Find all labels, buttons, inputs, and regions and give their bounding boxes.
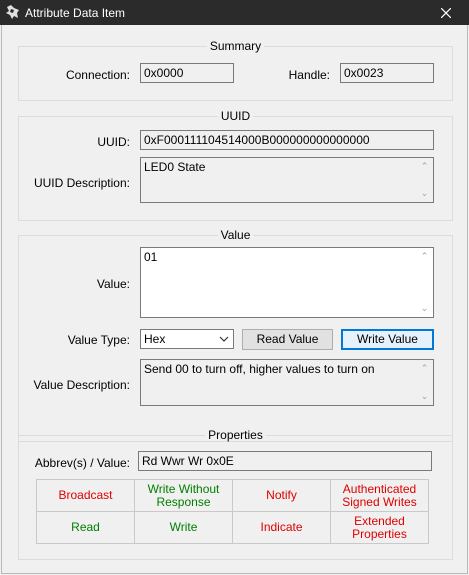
value-type-selected: Hex	[144, 332, 166, 346]
property-write[interactable]: Write	[134, 511, 233, 544]
property-extended-properties[interactable]: Extended Properties	[330, 511, 429, 544]
properties-legend: Properties	[208, 428, 263, 442]
uuid-field[interactable]: 0xF000111104514000B000000000000000	[140, 130, 434, 150]
properties-table: Broadcast Write Without Response Notify A…	[36, 479, 429, 544]
summary-legend: Summary	[209, 39, 262, 53]
scroll-down-icon[interactable]: ⌄	[420, 189, 429, 198]
connection-field[interactable]: 0x0000	[140, 63, 234, 83]
value-description-label: Value Description:	[33, 378, 131, 392]
value-legend: Value	[220, 228, 251, 242]
properties-row: Read Write Indicate Extended Properties	[36, 511, 429, 544]
close-icon	[441, 7, 451, 18]
write-value-button[interactable]: Write Value	[341, 329, 434, 350]
property-write-without-response[interactable]: Write Without Response	[134, 479, 233, 512]
properties-row: Broadcast Write Without Response Notify A…	[36, 479, 429, 512]
value-description-field[interactable]: Send 00 to turn off, higher values to tu…	[140, 359, 434, 406]
window-title: Attribute Data Item	[25, 6, 126, 20]
handle-label: Handle:	[288, 68, 330, 82]
value-scrollbar[interactable]: ⌃ ⌄	[416, 248, 433, 317]
connection-label: Connection:	[65, 68, 130, 82]
value-type-label: Value Type:	[67, 333, 130, 347]
property-notify[interactable]: Notify	[232, 479, 331, 512]
uuid-label: UUID:	[97, 135, 130, 149]
scroll-down-icon[interactable]: ⌄	[420, 392, 429, 401]
value-description-scrollbar[interactable]: ⌃ ⌄	[416, 360, 433, 405]
close-button[interactable]	[423, 0, 469, 25]
scroll-down-icon[interactable]: ⌄	[420, 304, 429, 313]
app-icon	[6, 5, 19, 19]
value-description-text: Send 00 to turn off, higher values to tu…	[144, 362, 375, 376]
value-type-select[interactable]: Hex	[140, 329, 234, 349]
abbrev-field[interactable]: Rd Wwr Wr 0x0E	[138, 451, 432, 471]
scroll-up-icon[interactable]: ⌃	[420, 162, 429, 171]
value-input[interactable]: 01 ⌃ ⌄	[140, 247, 434, 318]
scroll-up-icon[interactable]: ⌃	[420, 364, 429, 373]
value-text: 01	[144, 250, 158, 264]
dialog-body: Summary Connection: 0x0000 Handle: 0x002…	[1, 25, 468, 574]
property-indicate[interactable]: Indicate	[232, 511, 331, 544]
title-bar: Attribute Data Item	[0, 0, 469, 25]
property-authenticated-signed-writes[interactable]: Authenticated Signed Writes	[330, 479, 429, 512]
value-label: Value:	[96, 277, 130, 291]
uuid-description-field[interactable]: LED0 State ⌃ ⌄	[140, 157, 434, 203]
property-broadcast[interactable]: Broadcast	[36, 479, 135, 512]
abbrev-label: Abbrev(s) / Value:	[34, 456, 130, 470]
uuid-description-scrollbar[interactable]: ⌃ ⌄	[416, 158, 433, 202]
property-read[interactable]: Read	[36, 511, 135, 544]
uuid-description-text: LED0 State	[144, 160, 206, 174]
uuid-description-label: UUID Description:	[33, 176, 130, 190]
read-value-button[interactable]: Read Value	[242, 329, 333, 350]
uuid-legend: UUID	[220, 109, 251, 123]
scroll-up-icon[interactable]: ⌃	[420, 252, 429, 261]
chevron-down-icon	[219, 336, 229, 342]
handle-field[interactable]: 0x0023	[340, 63, 434, 83]
